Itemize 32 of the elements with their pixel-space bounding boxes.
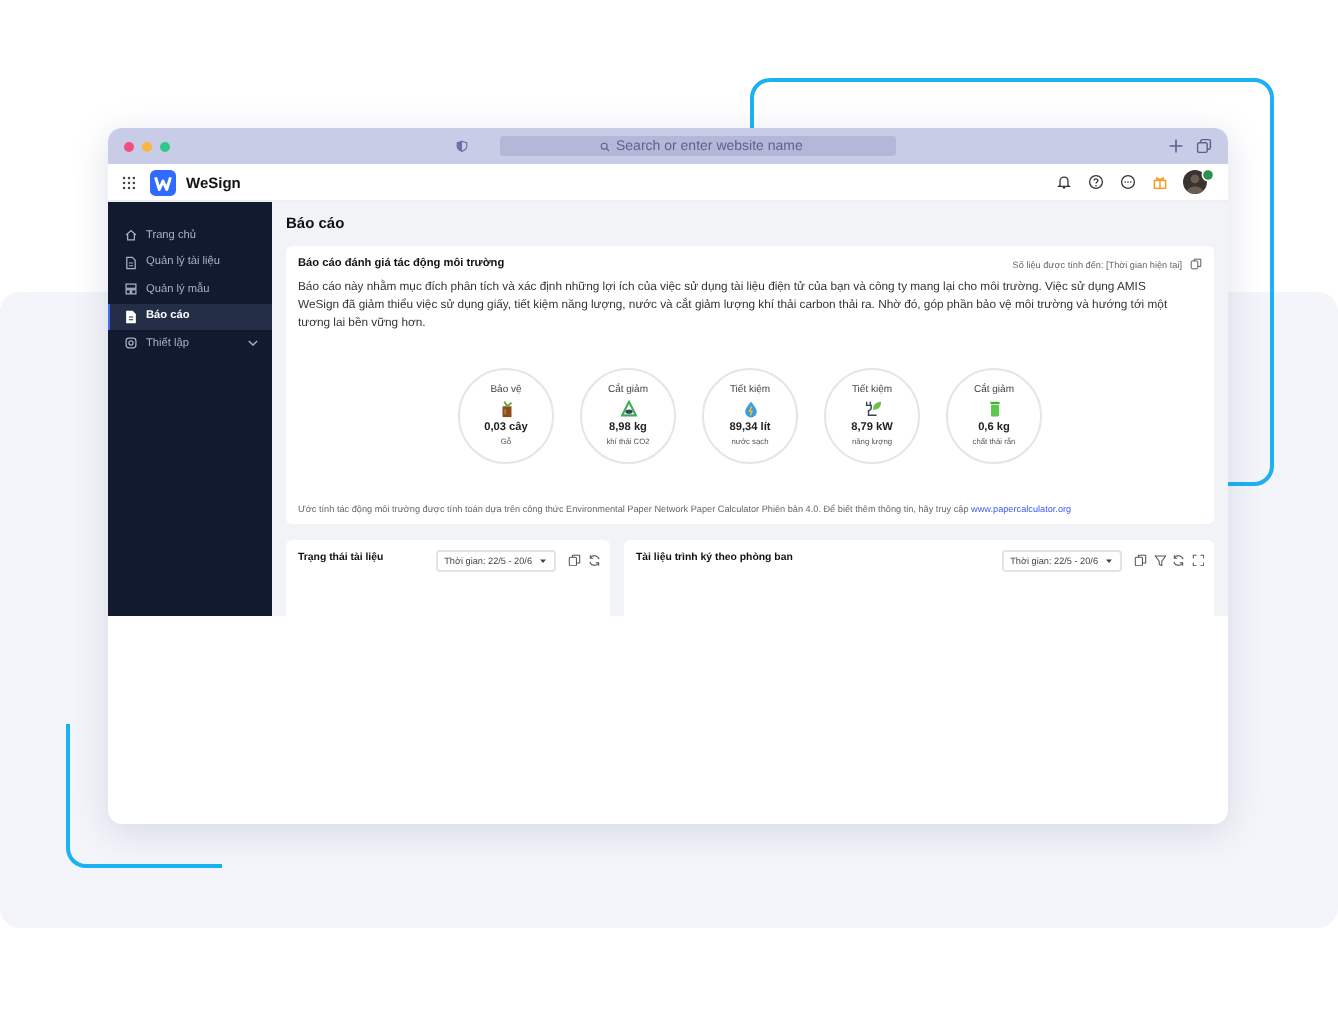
trash-bin-icon <box>985 400 1003 419</box>
shield-icon <box>456 140 468 152</box>
new-tab-icon[interactable] <box>1168 138 1184 154</box>
plug-leaf-icon <box>863 400 881 419</box>
expand-icon[interactable] <box>1191 553 1204 567</box>
logo-icon <box>150 169 176 195</box>
avatar[interactable] <box>1182 168 1214 196</box>
refresh-icon[interactable] <box>1172 553 1185 567</box>
maximize-dot[interactable] <box>160 141 170 151</box>
minimize-dot[interactable] <box>142 141 152 151</box>
template-icon <box>124 282 138 297</box>
help-icon[interactable] <box>1088 174 1104 190</box>
home-icon <box>124 228 138 243</box>
apps-grid-icon[interactable] <box>122 175 136 189</box>
recycle-icon <box>619 400 637 419</box>
chat-icon[interactable] <box>1120 174 1136 190</box>
tabs-icon[interactable] <box>1196 138 1212 154</box>
filter-icon[interactable] <box>1153 553 1166 567</box>
caret-icon <box>1104 555 1114 566</box>
export-icon[interactable] <box>1190 258 1202 270</box>
water-drop-icon <box>741 400 759 419</box>
tree-stump-icon <box>497 400 515 419</box>
chevron-down-icon <box>246 336 260 351</box>
document-icon <box>124 309 138 324</box>
export-icon[interactable] <box>1134 553 1147 567</box>
document-icon <box>124 255 138 270</box>
bell-icon[interactable] <box>1056 174 1072 190</box>
caret-icon <box>538 555 548 566</box>
export-icon[interactable] <box>568 553 581 567</box>
refresh-icon[interactable] <box>587 553 600 567</box>
close-dot[interactable] <box>124 141 134 151</box>
search-icon <box>600 141 610 151</box>
